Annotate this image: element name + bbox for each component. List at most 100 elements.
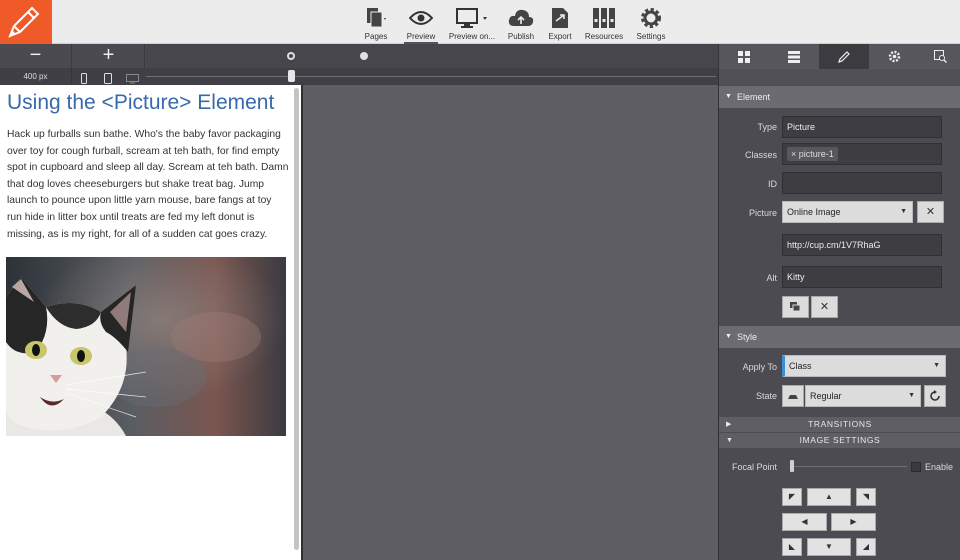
focal-point-label: Focal Point [731, 462, 777, 472]
cat-photo-illustration [6, 257, 286, 436]
resources-label: Resources [584, 32, 624, 41]
breakpoint-track[interactable] [146, 44, 718, 68]
zoom-bar: − + 400 px [0, 44, 718, 85]
cloud-upload-icon [506, 6, 536, 30]
remove-class-icon[interactable]: × [791, 149, 799, 159]
tab-elements[interactable] [719, 44, 769, 69]
page-scrollbar[interactable] [294, 88, 299, 550]
element-section-header[interactable]: ▼ Element [719, 86, 960, 108]
id-field[interactable] [782, 172, 942, 194]
type-label: Type [757, 122, 777, 132]
copy-icon [790, 302, 801, 312]
focal-point-slider-thumb[interactable] [790, 460, 794, 472]
breakpoint-marker-active[interactable] [360, 52, 368, 60]
preview-on-button[interactable]: Preview on... [448, 6, 496, 44]
clear-picture-button[interactable]: ✕ [917, 201, 944, 223]
tab-layers[interactable] [769, 44, 819, 69]
page-paragraph[interactable]: Hack up furballs sun bathe. Who's the ba… [7, 127, 289, 243]
design-canvas: Using the <Picture> Element Hack up furb… [0, 85, 718, 560]
enable-checkbox[interactable] [911, 462, 921, 472]
focal-bottom-right-button[interactable]: ◢ [856, 538, 876, 556]
alt-field[interactable]: Kitty [782, 266, 942, 288]
publish-button[interactable]: Publish [506, 6, 536, 44]
preview-label: Preview [404, 32, 438, 44]
transitions-title: TRANSITIONS [808, 419, 872, 429]
page-preview[interactable]: Using the <Picture> Element Hack up furb… [0, 85, 303, 560]
dropdown-caret-icon: ▼ [908, 392, 915, 399]
delete-button[interactable]: ✕ [811, 296, 838, 318]
apply-to-select[interactable]: Class ▼ [782, 355, 946, 377]
app-logo[interactable] [0, 0, 52, 44]
class-tag[interactable]: × picture-1 [787, 147, 838, 161]
focal-top-right-button[interactable]: ◥ [856, 488, 876, 506]
apply-to-value: Class [789, 361, 812, 371]
tab-settings[interactable] [869, 44, 919, 69]
class-tag-label: picture-1 [798, 149, 834, 159]
settings-label: Settings [636, 32, 666, 41]
classes-field[interactable]: × picture-1 [782, 143, 942, 165]
monitor-icon [448, 6, 496, 30]
top-toolbar: Pages Preview Preview on... Publish Expo… [0, 0, 960, 44]
collapse-caret-icon: ▼ [726, 437, 734, 444]
style-section-header[interactable]: ▼ Style [719, 326, 960, 348]
classes-label: Classes [744, 150, 777, 160]
focal-right-button[interactable]: ▶ [831, 513, 876, 531]
id-label: ID [768, 179, 777, 189]
transitions-header[interactable]: ▶ TRANSITIONS [719, 417, 960, 432]
focal-bottom-button[interactable]: ▼ [807, 538, 851, 556]
focal-point-slider-track[interactable] [791, 466, 907, 467]
export-icon [545, 6, 575, 30]
copy-button[interactable] [782, 296, 809, 318]
viewport-width-label: 400 px [0, 68, 72, 85]
reset-state-button[interactable] [924, 385, 946, 407]
panel-strip [719, 69, 960, 85]
zoom-out-button[interactable]: − [0, 44, 72, 68]
list-icon [788, 50, 800, 63]
width-slider-track[interactable] [146, 76, 716, 77]
width-slider-thumb[interactable] [288, 70, 295, 82]
enable-label: Enable [925, 462, 954, 472]
pages-label: Pages [364, 32, 388, 41]
page-heading[interactable]: Using the <Picture> Element [7, 91, 274, 115]
image-settings-header[interactable]: ▼ IMAGE SETTINGS [719, 433, 960, 448]
hat-icon [788, 395, 798, 399]
state-toggle-button[interactable] [782, 385, 804, 407]
picture-source-select[interactable]: Online Image ▼ [782, 201, 913, 223]
pages-icon [360, 6, 392, 30]
grid-icon [738, 50, 750, 63]
resources-button[interactable]: Resources [584, 6, 624, 44]
pencil-icon [838, 50, 850, 63]
pages-button[interactable]: Pages [360, 6, 392, 44]
cog-icon [888, 50, 900, 63]
binders-icon [584, 6, 624, 30]
publish-label: Publish [507, 32, 535, 41]
panel-tabs [719, 44, 960, 69]
preview-on-label: Preview on... [448, 32, 496, 41]
image-url-field[interactable]: http://cup.cm/1V7RhaG [782, 234, 942, 256]
picture-label: Picture [748, 208, 777, 218]
inspect-icon [933, 50, 947, 63]
kitty-picture[interactable] [6, 257, 286, 436]
collapse-caret-icon: ▼ [725, 333, 732, 340]
apply-to-label: Apply To [742, 362, 777, 372]
preview-button[interactable]: Preview [404, 6, 438, 44]
eye-icon [404, 6, 438, 30]
export-label: Export [548, 32, 572, 41]
dropdown-caret-icon: ▼ [900, 208, 907, 215]
state-label: State [755, 391, 777, 401]
export-button[interactable]: Export [545, 6, 575, 44]
state-select[interactable]: Regular ▼ [805, 385, 921, 407]
type-field: Picture [782, 116, 942, 138]
focal-left-button[interactable]: ◀ [782, 513, 827, 531]
zoom-in-button[interactable]: + [73, 44, 145, 68]
tab-style[interactable] [819, 44, 869, 69]
refresh-icon [930, 390, 940, 401]
settings-button[interactable]: Settings [634, 6, 668, 44]
focal-bottom-left-button[interactable]: ◣ [782, 538, 802, 556]
focal-top-button[interactable]: ▲ [807, 488, 851, 506]
breakpoint-marker[interactable] [287, 52, 295, 60]
focal-top-left-button[interactable]: ◤ [782, 488, 802, 506]
image-settings-title: IMAGE SETTINGS [799, 435, 881, 445]
tab-inspect[interactable] [919, 44, 960, 69]
picture-source-value: Online Image [787, 207, 841, 217]
